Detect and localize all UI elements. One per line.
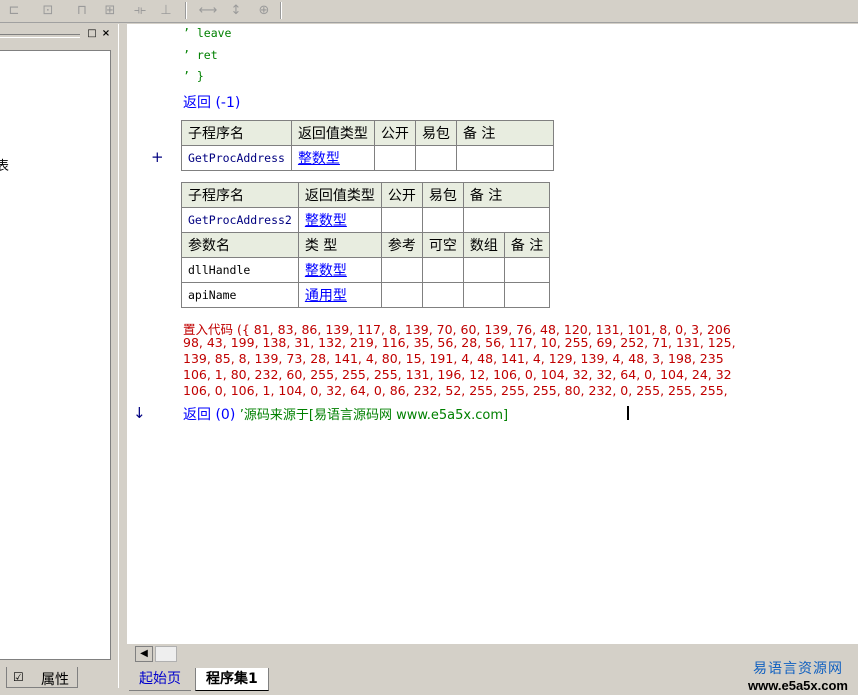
param-header-cell: 参数名 (181, 232, 299, 258)
tab-program-set-1[interactable]: 程序集1 (195, 668, 269, 691)
header-cell: 易包 (414, 120, 457, 146)
comment-line: ’ } (183, 69, 204, 83)
header-cell: 子程序名 (181, 182, 299, 208)
expand-icon[interactable]: + (151, 148, 164, 166)
param-array-cell[interactable] (462, 282, 505, 308)
param-ref-cell[interactable] (380, 257, 423, 283)
align-left-icon[interactable]: ⊏ (4, 2, 24, 19)
remark-cell[interactable] (455, 145, 554, 171)
left-panel-text: 表 (0, 159, 10, 174)
public-cell[interactable] (373, 145, 416, 171)
center-icon[interactable]: ⊕ (254, 2, 274, 19)
subroutine-table-1: 子程序名 返回值类型 公开 易包 备 注 GetProcAddress 整数型 (181, 120, 554, 171)
left-panel-titlebar: □ × (0, 26, 116, 42)
align-center-icon[interactable]: ⊡ (38, 2, 58, 19)
editor-gutter (127, 24, 147, 644)
param-header-cell: 可空 (421, 232, 464, 258)
param-header-cell: 数组 (462, 232, 505, 258)
properties-tab-label: 属性 (41, 672, 69, 688)
equal-height-icon[interactable]: ⊥ (156, 2, 176, 19)
subroutine-table-2: 子程序名 返回值类型 公开 易包 备 注 GetProcAddress2 整数型… (181, 182, 551, 308)
return-statement: 返回 (0) (183, 407, 236, 423)
left-panel: □ × 表 (0, 24, 118, 664)
header-cell: 易包 (421, 182, 464, 208)
watermark-url: www.e5a5x.com (748, 678, 848, 693)
easy-package-cell[interactable] (414, 145, 457, 171)
return-line[interactable]: 返回 (0) ’源码来源于[易语言源码网 www.e5a5x.com] (183, 404, 508, 424)
param-nullable-cell[interactable] (421, 282, 464, 308)
return-type[interactable]: 整数型 (297, 207, 382, 233)
site-watermark: 易语言资源网 www.e5a5x.com (740, 658, 856, 694)
param-array-cell[interactable] (462, 257, 505, 283)
param-header-cell: 备 注 (503, 232, 551, 258)
panel-grip[interactable] (0, 34, 80, 38)
subroutine-name[interactable]: GetProcAddress (181, 145, 292, 171)
inject-code-line: 106, 0, 106, 1, 104, 0, 32, 64, 0, 86, 2… (183, 383, 728, 398)
scroll-thumb[interactable] (155, 646, 177, 662)
alignment-toolbar: ⊏ ⊡ ⊓ ⊞ ⟛ ⊥ ⟷ ↕ ⊕ (0, 0, 858, 23)
header-cell: 公开 (373, 120, 416, 146)
inject-code-line: 106, 1, 80, 232, 60, 255, 255, 255, 131,… (183, 367, 732, 382)
param-remark-cell[interactable] (503, 282, 551, 308)
header-cell: 子程序名 (181, 120, 292, 146)
tab-start-page[interactable]: 起始页 (129, 668, 191, 691)
header-cell: 备 注 (455, 120, 554, 146)
param-header-cell: 类 型 (297, 232, 382, 258)
param-nullable-cell[interactable] (421, 257, 464, 283)
return-type[interactable]: 整数型 (290, 145, 375, 171)
source-comment: ’源码来源于[易语言源码网 www.e5a5x.com] (239, 408, 509, 423)
param-type[interactable]: 通用型 (297, 282, 382, 308)
param-header-cell: 参考 (380, 232, 423, 258)
header-cell: 返回值类型 (297, 182, 382, 208)
comment-line: ’ ret (183, 48, 218, 62)
param-ref-cell[interactable] (380, 282, 423, 308)
toolbar-separator (185, 2, 187, 19)
scroll-left-icon[interactable]: ◀ (135, 646, 153, 662)
watermark-title: 易语言资源网 (753, 661, 843, 677)
flow-arrow-icon: ↓ (133, 404, 146, 422)
pin-icon[interactable]: □ (86, 28, 98, 40)
v-expand-icon[interactable]: ↕ (226, 2, 246, 19)
subroutine-name[interactable]: GetProcAddress2 (181, 207, 299, 233)
param-name[interactable]: apiName (181, 282, 299, 308)
properties-tab[interactable]: ☑ 属性 (6, 667, 78, 688)
close-icon[interactable]: × (100, 28, 112, 40)
h-expand-icon[interactable]: ⟷ (198, 2, 218, 19)
align-top-icon[interactable]: ⊓ (72, 2, 92, 19)
text-cursor (627, 406, 629, 420)
align-middle-icon[interactable]: ⊞ (100, 2, 120, 19)
public-cell[interactable] (380, 207, 423, 233)
return-statement: 返回 (-1) (183, 95, 241, 111)
properties-icon: ☑ (13, 670, 24, 684)
inject-code-line: 139, 85, 8, 139, 73, 28, 141, 4, 80, 15,… (183, 351, 724, 366)
header-cell: 返回值类型 (290, 120, 375, 146)
inject-code-line: 98, 43, 199, 138, 31, 132, 219, 116, 35,… (183, 335, 736, 350)
code-editor[interactable]: ’ leave ’ ret ’ } 返回 (-1) 子程序名 返回值类型 公开 … (127, 24, 858, 644)
comment-line: ’ leave (183, 26, 232, 40)
header-cell: 公开 (380, 182, 423, 208)
easy-package-cell[interactable] (421, 207, 464, 233)
param-name[interactable]: dllHandle (181, 257, 299, 283)
toolbar-separator (280, 2, 282, 19)
param-type[interactable]: 整数型 (297, 257, 382, 283)
left-panel-content: 表 (0, 50, 111, 660)
header-cell: 备 注 (462, 182, 551, 208)
param-remark-cell[interactable] (503, 257, 551, 283)
equal-width-icon[interactable]: ⟛ (130, 2, 150, 19)
remark-cell[interactable] (462, 207, 551, 233)
